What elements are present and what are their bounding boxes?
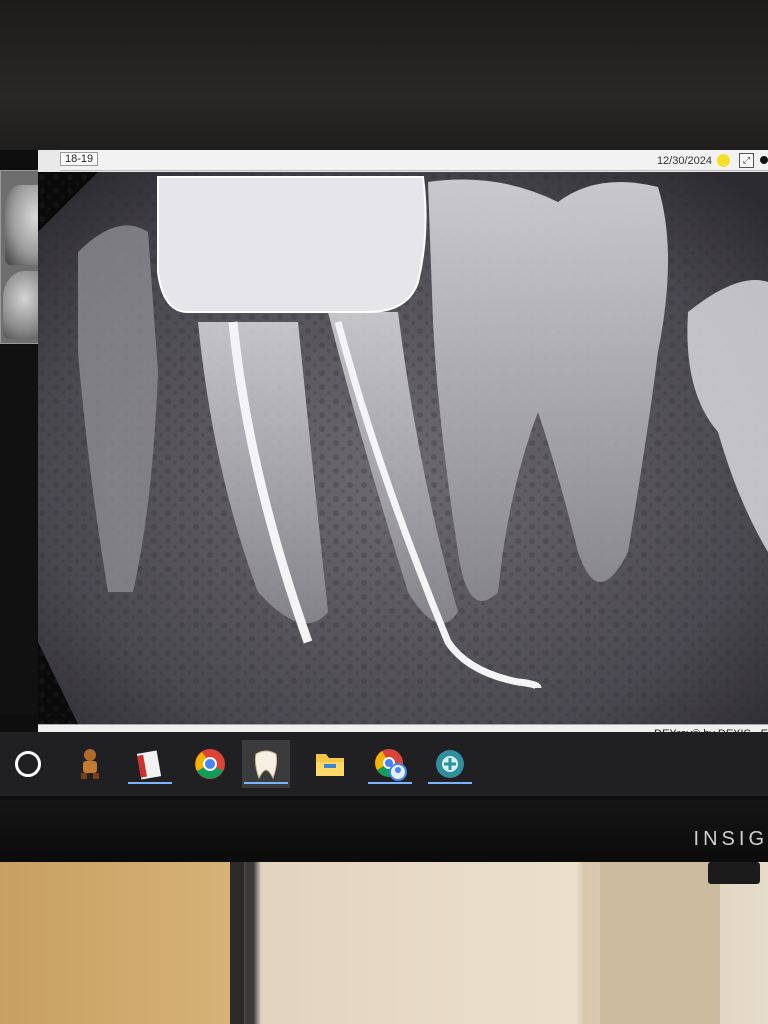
- taskbar: [0, 732, 768, 796]
- background-post: [600, 845, 720, 1024]
- webcam: [708, 862, 760, 884]
- menu-dot-icon[interactable]: [760, 156, 768, 164]
- xray-drawing: [38, 172, 768, 724]
- image-date: 12/30/2024: [656, 155, 712, 167]
- monitor-bezel: [0, 800, 768, 862]
- tooth-app-icon[interactable]: [242, 740, 290, 788]
- dental-xray-image[interactable]: [38, 172, 768, 724]
- monitor-brand-label: INSIG: [693, 828, 768, 850]
- chrome-profile-icon[interactable]: [366, 740, 414, 788]
- tooth-number-label[interactable]: 18-19: [60, 152, 99, 166]
- file-explorer-icon[interactable]: [306, 740, 354, 788]
- dental-crown: [157, 176, 427, 313]
- sun-icon[interactable]: [717, 154, 730, 167]
- xray-window: 18-19 12/30/2024 ⤢: [38, 150, 768, 743]
- background-window-frame: [230, 845, 244, 1024]
- character-app-icon[interactable]: [66, 740, 114, 788]
- background-wall: [0, 0, 768, 160]
- search-icon[interactable]: [4, 740, 52, 788]
- chrome-icon[interactable]: [186, 740, 234, 788]
- expand-icon[interactable]: ⤢: [739, 153, 754, 168]
- teal-app-icon[interactable]: [426, 740, 474, 788]
- image-title-bar: 18-19 12/30/2024 ⤢: [60, 150, 768, 171]
- document-app-icon[interactable]: [126, 740, 174, 788]
